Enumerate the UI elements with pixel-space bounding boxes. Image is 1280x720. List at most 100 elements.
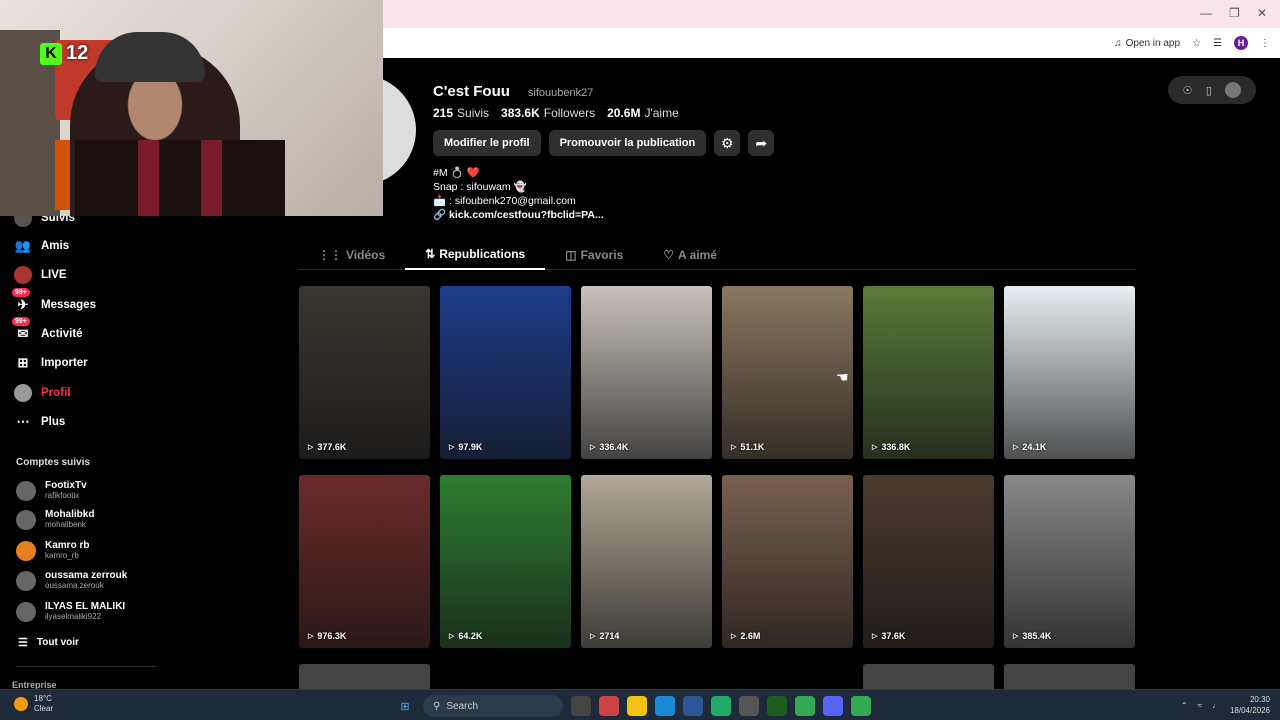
stat-following[interactable]: 215 Suivis [433, 106, 489, 120]
followed-account[interactable]: Kamro rb kamro_rb [16, 541, 89, 561]
video-thumbnail[interactable]: ▷ 24.1K [1004, 286, 1135, 459]
view-count: ▷ 51.1K [731, 442, 765, 452]
profile-link[interactable]: 🔗 kick.com/cestfouu?fbclid=PA... [433, 208, 604, 222]
chrome-icon[interactable] [851, 696, 871, 716]
more-icon: ⋯ [16, 414, 30, 429]
avatar [16, 571, 36, 591]
video-thumbnail[interactable]: ▷ 2.6M [722, 475, 853, 648]
task-view-icon[interactable] [571, 696, 591, 716]
app-icon[interactable] [711, 696, 731, 716]
sidebar-item-friends[interactable]: 👥 Amis [14, 237, 69, 255]
avatar [16, 602, 36, 622]
volume-icon[interactable]: ♩ [1212, 701, 1220, 710]
system-tray: ⌃ ≈ ♩ 20:30 18/04/2026 [1181, 694, 1270, 716]
app-icon[interactable] [599, 696, 619, 716]
play-icon: ▷ [308, 444, 314, 451]
live-icon [14, 266, 32, 284]
view-count: ▷ 2714 [590, 631, 620, 641]
profile-username: sifouubenk27 [527, 87, 594, 99]
file-explorer-icon[interactable] [627, 696, 647, 716]
followed-account[interactable]: ILYAS EL MALIKI ilyaselmaliki922 [16, 602, 125, 622]
profile-tabs: ⋮⋮ Vidéos ⇅ Republications ◫ Favoris ♡ A aim… [298, 240, 1136, 270]
chevron-up-icon[interactable]: ⌃ [1181, 701, 1188, 710]
wifi-icon[interactable]: ≈ [1198, 701, 1202, 710]
avatar [16, 481, 36, 501]
heart-icon: ♡ [663, 248, 675, 262]
play-icon: ▷ [1013, 444, 1019, 451]
star-icon[interactable]: ☆ [1192, 38, 1201, 49]
edge-icon[interactable] [655, 696, 675, 716]
play-icon: ▷ [731, 633, 737, 640]
list-icon: ☰ [18, 637, 28, 649]
app-icon[interactable] [767, 696, 787, 716]
stat-followers[interactable]: 383.6K Followers [501, 106, 595, 120]
edit-profile-button[interactable]: Modifier le profil [433, 130, 541, 156]
sidebar-item-messages[interactable]: ✈ 99+ Messages [12, 288, 96, 314]
view-count: ▷ 24.1K [1013, 442, 1047, 452]
friends-icon: 👥 [14, 238, 32, 253]
weather-widget[interactable]: 18°C Clear [14, 694, 53, 714]
minimize-button[interactable]: — [1200, 6, 1212, 20]
restore-button[interactable]: ❐ [1229, 6, 1240, 20]
view-count: ▷ 2.6M [731, 631, 761, 641]
store-icon[interactable] [683, 696, 703, 716]
tab-liked[interactable]: ♡ A aimé [643, 240, 737, 270]
phone-icon[interactable]: ▯ [1206, 84, 1212, 97]
video-thumbnail[interactable]: ▷ 64.2K [440, 475, 571, 648]
sidebar-item-more[interactable]: ⋯ Plus [14, 413, 66, 431]
divider [16, 666, 156, 667]
tab-videos[interactable]: ⋮⋮ Vidéos [298, 240, 405, 270]
sidebar-item-profile[interactable]: Profil [14, 384, 70, 402]
open-in-app-button[interactable]: ♫ Open in app [1114, 38, 1180, 49]
bookmark-icon: ◫ [565, 248, 577, 262]
user-avatar-icon[interactable] [1225, 82, 1242, 98]
view-count: ▷ 97.9K [449, 442, 483, 452]
settings-icon[interactable] [739, 696, 759, 716]
share-icon[interactable]: ➦ [748, 130, 775, 156]
tab-favorites[interactable]: ◫ Favoris [545, 240, 643, 270]
grid-icon: ⋮⋮ [318, 248, 342, 262]
browser-profile-avatar[interactable]: H [1234, 36, 1248, 50]
profile-icon [14, 384, 32, 402]
view-count: ▷ 64.2K [449, 631, 483, 641]
sidebar-item-upload[interactable]: ⊞ Importer [14, 354, 88, 372]
see-all-link[interactable]: ☰ Tout voir [18, 636, 79, 649]
video-thumbnail[interactable]: ▷ 2714 [581, 475, 712, 648]
video-thumbnail[interactable]: ▷ 976.3K [299, 475, 430, 648]
taskbar-search[interactable]: ⚲ Search [423, 695, 563, 717]
kick-badge: K 12 [40, 42, 88, 65]
play-icon: ▷ [872, 633, 878, 640]
sidebar-item-live[interactable]: LIVE [14, 266, 67, 284]
webcam-overlay: K 12 [0, 0, 383, 216]
video-thumbnail[interactable]: ▷ 97.9K [440, 286, 571, 459]
tab-reposts[interactable]: ⇅ Republications [405, 240, 546, 270]
menu-icon[interactable]: ⋮ [1260, 38, 1270, 49]
mouse-cursor-icon: ☚ [836, 369, 849, 385]
view-count: ▷ 336.8K [872, 442, 911, 452]
followed-account[interactable]: oussama zerrouk oussama.zerouk [16, 571, 127, 591]
close-button[interactable]: ✕ [1257, 6, 1267, 20]
settings-gear-icon[interactable]: ⚙ [714, 130, 741, 156]
link-icon: 🔗 [433, 209, 447, 221]
play-icon: ▷ [449, 633, 455, 640]
followed-account[interactable]: FootixTv rafikfootix [16, 481, 87, 501]
video-thumbnail[interactable]: ▷ 37.6K [863, 475, 994, 648]
video-thumbnail[interactable]: ▷ 336.8K [863, 286, 994, 459]
sun-icon [14, 697, 28, 711]
windows-start-icon[interactable]: ⊞ [395, 696, 415, 716]
compass-icon[interactable]: ☉ [1183, 84, 1193, 97]
messages-icon: ✈ 99+ [12, 288, 32, 314]
video-thumbnail[interactable]: ▷ 385.4K [1004, 475, 1135, 648]
sidebar-item-activity[interactable]: ✉ 99+ Activité [12, 317, 83, 343]
extensions-icon[interactable]: ☰ [1213, 38, 1222, 49]
discord-icon[interactable] [823, 696, 843, 716]
play-icon: ▷ [590, 633, 596, 640]
clock[interactable]: 20:30 18/04/2026 [1230, 694, 1270, 716]
followed-account[interactable]: Mohalibkd mohalibenk [16, 510, 94, 530]
chrome-icon[interactable] [795, 696, 815, 716]
avatar [16, 541, 36, 561]
video-thumbnail[interactable]: ▷ 51.1K [722, 286, 853, 459]
promote-post-button[interactable]: Promouvoir la publication [548, 130, 707, 156]
video-thumbnail[interactable]: ▷ 377.6K [299, 286, 430, 459]
video-thumbnail[interactable]: ▷ 336.4K [581, 286, 712, 459]
